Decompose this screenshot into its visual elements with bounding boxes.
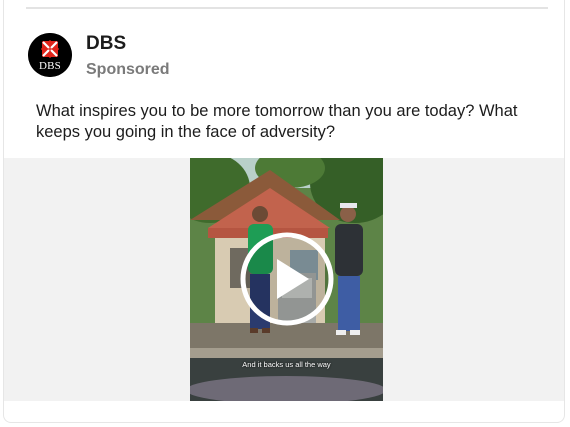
logo-text: DBS	[39, 60, 61, 72]
post-caption: What inspires you to be more tomorrow th…	[36, 102, 518, 141]
play-button[interactable]	[239, 231, 335, 327]
sponsored-post-card: DBS DBS Sponsored What inspires you to b…	[3, 0, 565, 423]
play-icon	[240, 232, 334, 326]
media-container: And it backs us all the way	[4, 158, 564, 401]
video-player[interactable]: And it backs us all the way	[190, 158, 383, 401]
advertiser-name[interactable]: DBS	[86, 33, 126, 55]
sponsored-label: Sponsored	[86, 61, 170, 78]
advertiser-avatar[interactable]: DBS	[28, 33, 72, 77]
video-subtitle: And it backs us all the way	[242, 360, 331, 369]
top-divider	[26, 7, 548, 9]
